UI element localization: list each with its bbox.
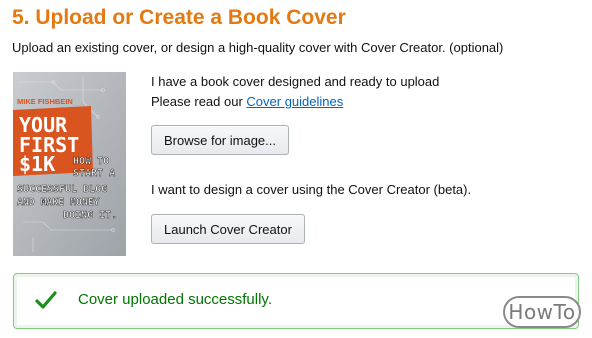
book-subtitle-4: AND MAKE MONEY [17, 197, 100, 208]
section-title: 5. Upload or Create a Book Cover [12, 6, 346, 29]
upload-success-message: Cover uploaded successfully. [13, 273, 579, 329]
browse-image-button[interactable]: Browse for image... [151, 125, 289, 155]
book-cover-preview: MIKE FISHBEIN YOUR FIRST $1K HOW TO STAR… [13, 72, 126, 256]
cover-guidelines-link[interactable]: Cover guidelines [246, 94, 343, 109]
guidelines-prefix: Please read our [151, 94, 247, 109]
success-text: Cover uploaded successfully. [78, 291, 272, 308]
book-subtitle-1: HOW TO [73, 156, 109, 167]
checkmark-icon [35, 291, 57, 309]
launch-cover-creator-button[interactable]: Launch Cover Creator [151, 214, 305, 244]
guidelines-line: Please read our Cover guidelines [151, 94, 343, 109]
book-subtitle-5: DOING IT. [63, 210, 117, 221]
book-title-line3: $1K [19, 152, 55, 176]
book-author: MIKE FISHBEIN [17, 97, 73, 106]
book-subtitle-3: SUCCESSFUL BLOG [17, 184, 107, 195]
book-cover-image: MIKE FISHBEIN YOUR FIRST $1K HOW TO STAR… [13, 72, 126, 256]
watermark-text: HowTo [508, 300, 576, 324]
upload-description: I have a book cover designed and ready t… [151, 74, 440, 89]
section-subtitle: Upload an existing cover, or design a hi… [12, 40, 504, 55]
book-subtitle-2: START A [73, 168, 115, 179]
cover-creator-description: I want to design a cover using the Cover… [151, 182, 472, 197]
howto-watermark-logo: HowTo [503, 296, 581, 328]
